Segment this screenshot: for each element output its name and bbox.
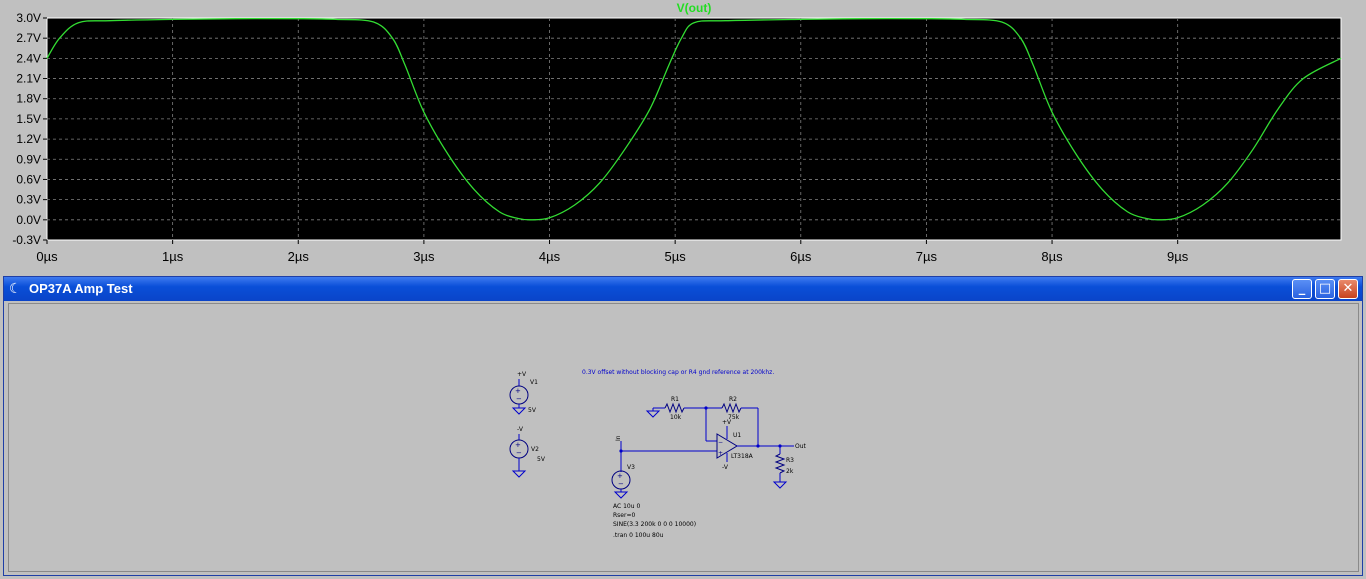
x-tick-label: 5µs [665,249,687,264]
v3-rser: Rser=0 [613,512,635,519]
v1-value: 5V [528,407,537,414]
plot-area[interactable] [46,17,1342,241]
v1-name: V1 [530,379,538,386]
x-tick-label: 6µs [790,249,812,264]
y-tick-label: 2.7V [16,31,41,45]
y-tick-label: 0.6V [16,172,41,186]
r1-resistor[interactable]: R1 10k [645,396,706,421]
u1-vn-label: -V [722,464,729,471]
u1-vp-label: +V [722,419,732,426]
v2-name: V2 [531,446,539,453]
schematic-note[interactable]: 0.3V offset without blocking cap or R4 g… [582,369,774,376]
y-tick-label: 3.0V [16,11,41,25]
svg-text:+: + [515,387,521,395]
trace-name-label[interactable]: V(out) [677,1,712,15]
y-tick-label: 1.8V [16,92,41,106]
out-net-label: Out [795,443,807,450]
y-tick-label: -0.3V [12,233,41,247]
minimize-button[interactable]: _ [1292,279,1312,299]
svg-text:−: − [718,439,723,446]
r2-resistor[interactable]: R2 75k [706,396,759,444]
x-tick-label: 0µs [36,249,58,264]
y-tick-label: 0.0V [16,213,41,227]
x-tick-label: 4µs [539,249,561,264]
svg-text:+: + [718,450,723,457]
svg-text:+: + [617,472,623,480]
svg-text:−: − [516,395,522,403]
waveform-chart[interactable]: 3.0V 2.7V 2.4V 2.1V 1.8V 1.5V 1.2V 0.9V 0.6V 0.3V… [0,0,1366,268]
x-tick-label: 7µs [916,249,938,264]
r1-value: 10k [670,414,682,421]
v2-source[interactable]: -V + − V2 5V [509,426,546,478]
ltspice-app-icon[interactable]: ☾ [9,281,23,297]
v3-ac-spec: AC 10u 0 [613,503,640,510]
y-tick-label: 2.4V [16,51,41,65]
v1-net-label: +V [517,371,527,378]
v3-name: V3 [627,464,635,471]
y-tick-label: 2.1V [16,72,41,86]
v2-net-label: -V [517,426,524,433]
window-title: OP37A Amp Test [29,281,133,296]
y-tick-label: 0.3V [16,193,41,207]
y-tick-label: 0.9V [16,152,41,166]
maximize-button[interactable]: □ [1315,279,1335,299]
svg-text:−: − [516,449,522,457]
svg-text:−: − [618,480,624,488]
r2-name: R2 [729,396,737,403]
window-titlebar[interactable]: ☾ OP37A Amp Test _ □ ✕ [4,277,1362,301]
v3-source[interactable]: + − V3 AC 10u 0 Rser=0 SINE(3.3 200k 0 0… [611,441,696,539]
schematic-window[interactable]: ☾ OP37A Amp Test _ □ ✕ 0.3V offset witho… [3,276,1363,576]
y-tick-label: 1.5V [16,112,41,126]
svg-text:+: + [515,441,521,449]
v3-sine-spec: SINE(3.3 200k 0 0 0 10000) [613,521,696,528]
tran-directive: .tran 0 100u 80u [613,532,664,539]
u1-name: U1 [733,432,741,439]
x-tick-label: 8µs [1041,249,1063,264]
schematic-canvas[interactable]: 0.3V offset without blocking cap or R4 g… [8,303,1359,572]
r3-resistor[interactable]: R3 2k [772,446,794,489]
x-tick-label: 1µs [162,249,184,264]
waveform-pane[interactable]: 3.0V 2.7V 2.4V 2.1V 1.8V 1.5V 1.2V 0.9V 0.6V 0.3V… [0,0,1366,268]
x-tick-label: 2µs [288,249,310,264]
r3-value: 2k [786,468,794,475]
r1-name: R1 [671,396,679,403]
x-tick-label: 9µs [1167,249,1189,264]
y-tick-label: 1.2V [16,132,41,146]
r3-name: R3 [786,457,794,464]
v2-value: 5V [537,456,546,463]
u1-opamp[interactable]: − + +V -V U1 LT318A [716,419,754,471]
close-button[interactable]: ✕ [1338,279,1358,299]
schematic-drawing[interactable]: 0.3V offset without blocking cap or R4 g… [9,304,1358,571]
in-net-label: In [615,435,622,441]
v1-source[interactable]: +V + − V1 5V [509,371,538,415]
x-tick-label: 3µs [413,249,435,264]
u1-part: LT318A [731,453,754,460]
